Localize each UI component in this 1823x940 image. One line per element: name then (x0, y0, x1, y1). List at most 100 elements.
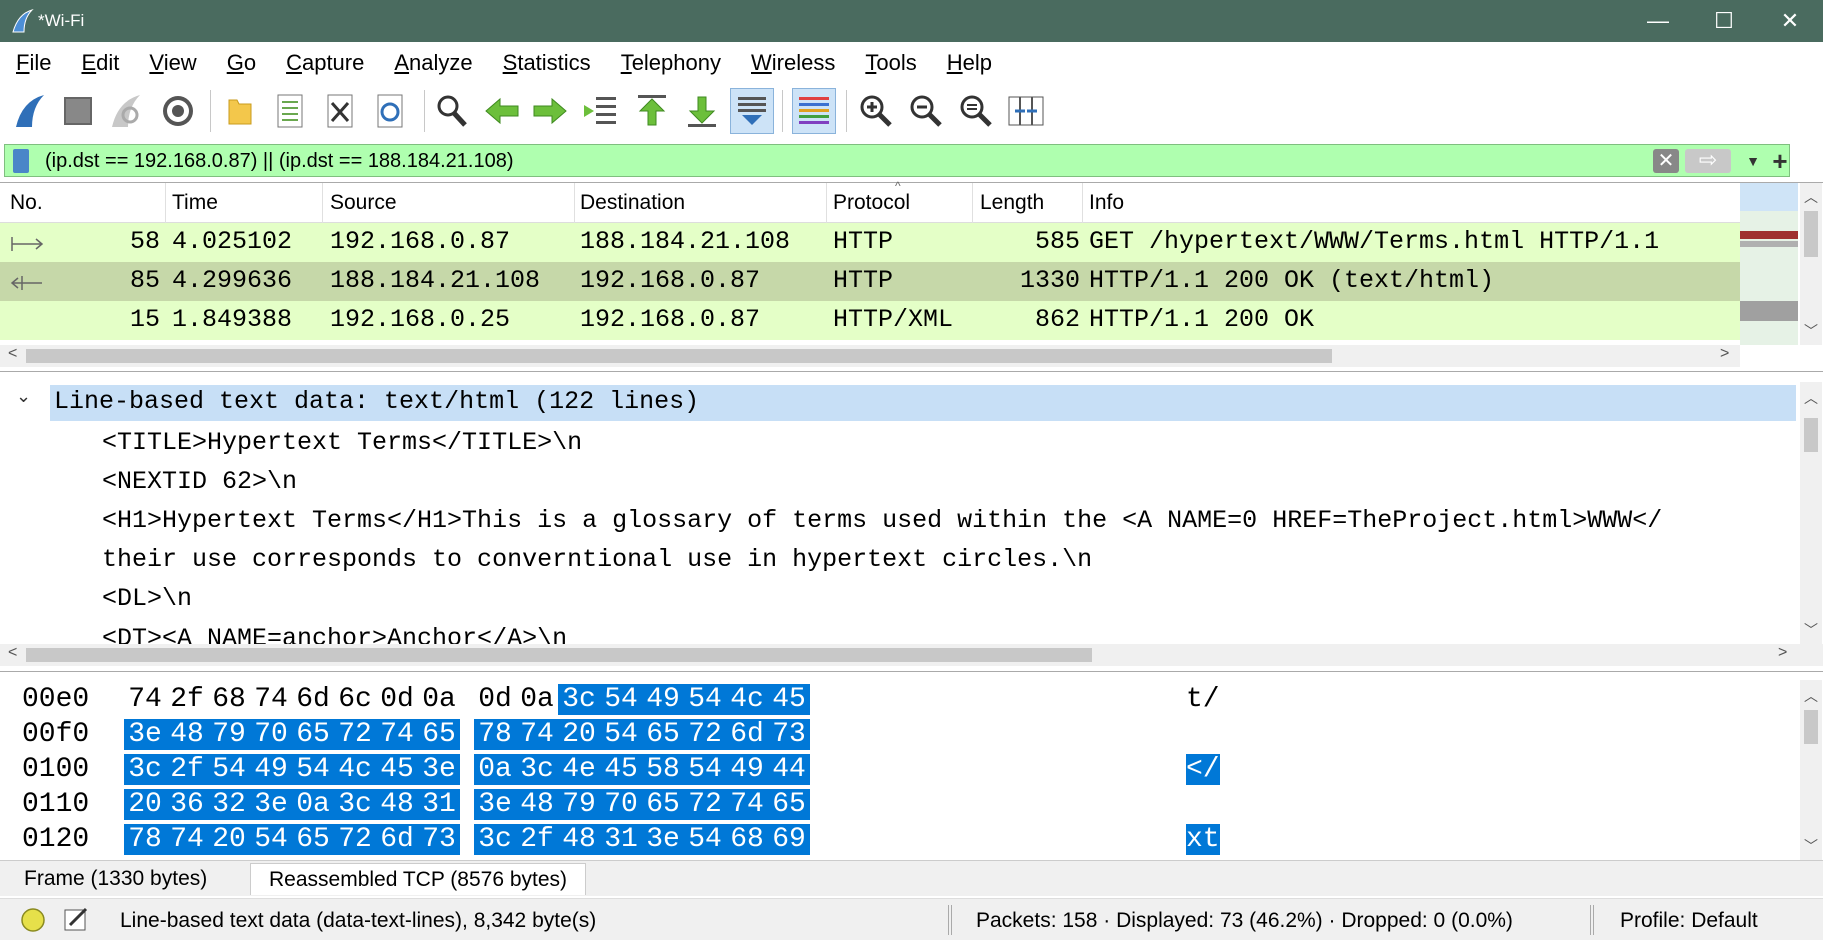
expert-info-icon[interactable] (20, 907, 46, 933)
scroll-down-icon[interactable]: ﹀ (1800, 836, 1822, 856)
detail-line[interactable]: <DL>\n (102, 584, 192, 613)
stop-capture-icon[interactable] (56, 88, 100, 134)
hex-byte[interactable]: 74 (516, 719, 558, 750)
scroll-right-icon[interactable]: > (1720, 345, 1729, 363)
go-back-icon[interactable] (480, 88, 524, 134)
hex-byte[interactable]: 4c (334, 754, 376, 785)
hex-byte[interactable]: 3e (642, 824, 684, 855)
menu-edit[interactable]: Edit (81, 50, 119, 76)
hex-byte[interactable]: 0a (418, 684, 460, 715)
display-filter-input[interactable]: (ip.dst == 192.168.0.87) || (ip.dst == 1… (45, 150, 514, 173)
find-packet-icon[interactable] (430, 88, 474, 134)
column-header-protocol[interactable]: Protocol (833, 191, 910, 215)
hex-byte[interactable]: 6d (292, 684, 334, 715)
hex-byte[interactable]: 74 (726, 789, 768, 820)
tab-reassembled-tcp[interactable]: Reassembled TCP (8576 bytes) (250, 863, 587, 895)
hex-byte[interactable]: 45 (376, 754, 418, 785)
column-header-destination[interactable]: Destination (580, 191, 685, 215)
first-packet-icon[interactable] (630, 88, 674, 134)
hex-byte[interactable]: 48 (516, 789, 558, 820)
hex-byte[interactable]: 65 (292, 824, 334, 855)
details-vscrollbar[interactable]: ︿ ﹀ (1800, 382, 1822, 644)
menu-go[interactable]: Go (227, 50, 256, 76)
hex-byte[interactable]: 31 (418, 789, 460, 820)
last-packet-icon[interactable] (680, 88, 724, 134)
hex-byte[interactable]: 45 (600, 754, 642, 785)
normal-size-icon[interactable] (954, 88, 998, 134)
hex-byte[interactable]: 20 (208, 824, 250, 855)
hex-byte[interactable]: 70 (600, 789, 642, 820)
scroll-right-icon[interactable]: > (1778, 644, 1787, 662)
minimize-button[interactable]: — (1625, 0, 1691, 42)
hex-byte[interactable]: 0a (292, 789, 334, 820)
hex-byte[interactable]: 79 (208, 719, 250, 750)
hex-byte[interactable]: 0d (376, 684, 418, 715)
hex-byte[interactable]: 74 (250, 684, 292, 715)
zoom-in-icon[interactable] (854, 88, 898, 134)
hex-byte[interactable]: 72 (684, 789, 726, 820)
hex-byte[interactable]: 79 (558, 789, 600, 820)
scroll-up-icon[interactable]: ︿ (1800, 686, 1822, 706)
hex-byte[interactable]: 6c (334, 684, 376, 715)
hex-byte[interactable]: 3e (418, 754, 460, 785)
detail-line[interactable]: <H1>Hypertext Terms</H1>This is a glossa… (102, 506, 1796, 535)
packet-minimap[interactable] (1740, 183, 1798, 345)
hex-byte[interactable]: 65 (418, 719, 460, 750)
hex-byte[interactable]: 74 (166, 824, 208, 855)
column-header-time[interactable]: Time (172, 191, 218, 215)
hex-byte[interactable]: 48 (376, 789, 418, 820)
restart-capture-icon[interactable] (104, 88, 148, 134)
packet-row-selected[interactable]: 85 4.299636 188.184.21.108 192.168.0.87 … (0, 262, 1740, 301)
menu-help[interactable]: Help (947, 50, 992, 76)
resize-columns-icon[interactable] (1004, 88, 1048, 134)
hex-byte[interactable]: 54 (600, 684, 642, 715)
hex-byte[interactable]: 2f (166, 754, 208, 785)
hex-dump-row[interactable]: 78 74 20 54 65 72 6d 73 3c 2f 48 31 3e 54 68 69 (124, 824, 810, 855)
status-profile[interactable]: Profile: Default (1620, 909, 1758, 933)
packet-row[interactable]: 58 4.025102 192.168.0.87 188.184.21.108 … (0, 223, 1740, 262)
ascii-dump-row[interactable]: xt (1186, 824, 1220, 855)
hex-byte[interactable]: 54 (208, 754, 250, 785)
hex-byte[interactable]: 68 (726, 824, 768, 855)
hex-dump-row[interactable]: 3c 2f 54 49 54 4c 45 3e 0a 3c 4e 45 58 54 49 44 (124, 754, 810, 785)
menu-tools[interactable]: Tools (865, 50, 916, 76)
hex-byte[interactable]: 49 (642, 684, 684, 715)
hex-dump-row[interactable]: 74 2f 68 74 6d 6c 0d 0a 0d 0a 3c 54 49 54 4c 45 (124, 684, 810, 715)
ascii-dump-row[interactable]: t/ (1186, 684, 1220, 715)
hex-byte[interactable]: 6d (726, 719, 768, 750)
hex-byte[interactable]: 58 (642, 754, 684, 785)
hex-byte[interactable]: 48 (166, 719, 208, 750)
hex-byte[interactable]: 0a (474, 754, 516, 785)
hex-byte[interactable]: 3e (250, 789, 292, 820)
column-header-source[interactable]: Source (330, 191, 397, 215)
menu-statistics[interactable]: Statistics (503, 50, 591, 76)
hex-byte[interactable]: 3c (474, 824, 516, 855)
menu-analyze[interactable]: Analyze (394, 50, 472, 76)
menu-telephony[interactable]: Telephony (621, 50, 721, 76)
hex-byte[interactable]: 65 (292, 719, 334, 750)
clear-filter-icon[interactable]: ✕ (1653, 149, 1679, 173)
save-file-icon[interactable] (268, 88, 312, 134)
detail-line[interactable]: their use corresponds to converntional u… (102, 545, 1092, 574)
hex-byte[interactable]: 78 (124, 824, 166, 855)
hex-byte[interactable]: 49 (250, 754, 292, 785)
hex-byte[interactable]: 2f (166, 684, 208, 715)
details-hscrollbar[interactable]: < > (0, 644, 1823, 666)
hex-byte[interactable]: 3c (516, 754, 558, 785)
hex-byte[interactable]: 36 (166, 789, 208, 820)
hex-byte[interactable]: 54 (250, 824, 292, 855)
hex-byte[interactable]: 72 (334, 824, 376, 855)
hex-byte[interactable]: 54 (292, 754, 334, 785)
scroll-down-icon[interactable]: ﹀ (1800, 321, 1822, 341)
detail-line[interactable]: <DT><A NAME=anchor>Anchor</A>\n (102, 624, 567, 644)
column-header-no[interactable]: No. (10, 191, 43, 215)
zoom-out-icon[interactable] (904, 88, 948, 134)
hex-byte[interactable]: 73 (418, 824, 460, 855)
hex-dump-row[interactable]: 20 36 32 3e 0a 3c 48 31 3e 48 79 70 65 72 74 65 (124, 789, 810, 820)
hex-byte[interactable]: 3c (334, 789, 376, 820)
close-file-icon[interactable] (318, 88, 362, 134)
hex-byte[interactable]: 20 (124, 789, 166, 820)
hex-byte[interactable]: 20 (558, 719, 600, 750)
hex-byte[interactable]: 70 (250, 719, 292, 750)
hex-byte[interactable]: 72 (684, 719, 726, 750)
